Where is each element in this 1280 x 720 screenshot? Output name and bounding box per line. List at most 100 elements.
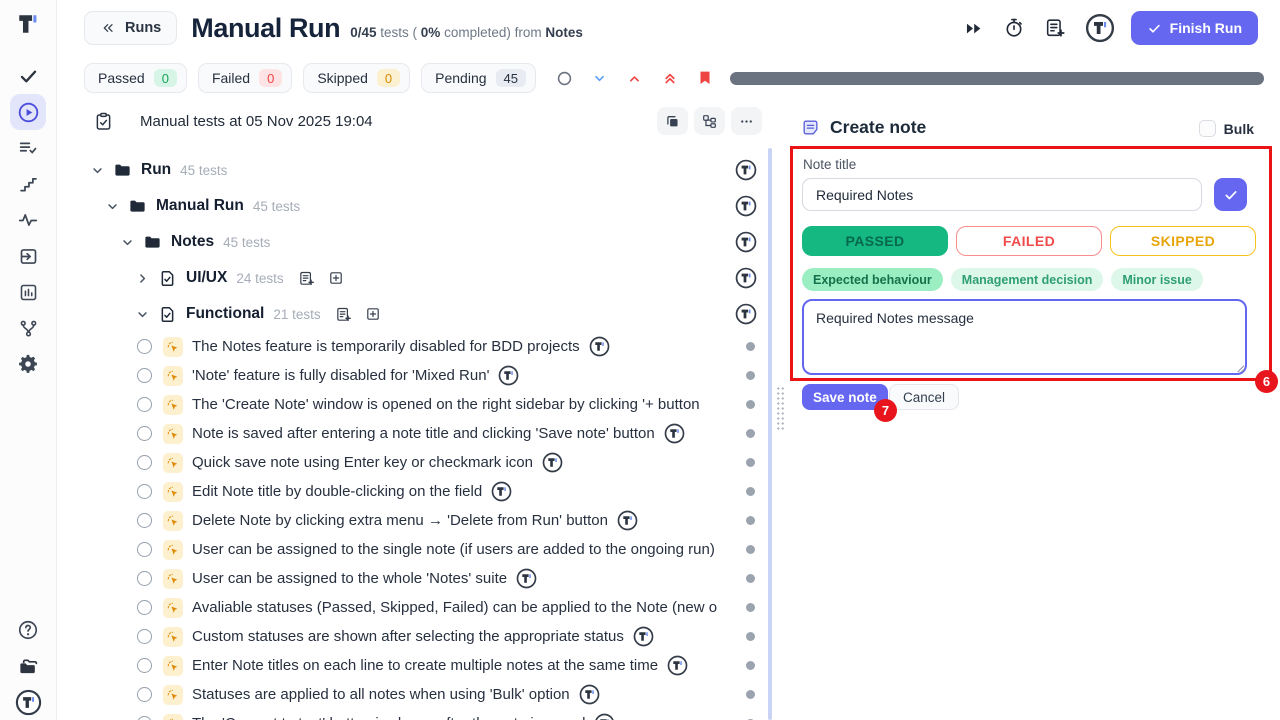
test-row[interactable]: Edit Note title by double-clicking on th… — [57, 477, 768, 506]
test-status-radio[interactable] — [137, 600, 152, 615]
note-message-textarea[interactable]: Required Notes message — [802, 299, 1247, 375]
filter-chip[interactable]: Failed 0 — [198, 63, 292, 93]
sidebar-item-import[interactable] — [10, 238, 46, 274]
add-note-icon[interactable] — [335, 306, 352, 323]
expander-icon[interactable] — [135, 307, 149, 322]
fast-forward-icon[interactable] — [963, 18, 984, 39]
testomat-badge-icon[interactable] — [498, 365, 519, 386]
tree-suite-row[interactable]: UI/UX 24 tests — [57, 260, 768, 296]
filter-chip[interactable]: Skipped 0 — [303, 63, 410, 93]
status-button-skipped[interactable]: SKIPPED — [1110, 226, 1256, 256]
test-row[interactable]: Enter Note titles on each line to create… — [57, 651, 768, 680]
expander-icon[interactable] — [120, 235, 134, 250]
testomat-badge-icon[interactable] — [516, 568, 537, 589]
testomat-badge-icon[interactable] — [735, 159, 757, 181]
testomat-logo-icon[interactable] — [1085, 13, 1115, 43]
panel-resize-handle[interactable] — [776, 386, 785, 430]
test-row[interactable]: 'Note' feature is fully disabled for 'Mi… — [57, 361, 768, 390]
test-row[interactable]: The 'Convert to test' button is shown af… — [57, 709, 768, 720]
tree-scrollbar[interactable] — [768, 148, 772, 720]
testomat-badge-icon[interactable] — [664, 423, 685, 444]
testomat-badge-icon[interactable] — [735, 231, 757, 253]
sidebar-item-tests[interactable] — [10, 58, 46, 94]
sidebar-item-analytics[interactable] — [10, 274, 46, 310]
testomat-badge-icon[interactable] — [667, 655, 688, 676]
finish-run-button[interactable]: Finish Run — [1131, 11, 1258, 45]
test-row[interactable]: The Notes feature is temporarily disable… — [57, 332, 768, 361]
add-test-icon[interactable] — [365, 306, 381, 322]
test-status-radio[interactable] — [137, 397, 152, 412]
test-row[interactable]: Custom statuses are shown after selectin… — [57, 622, 768, 651]
test-status-radio[interactable] — [137, 629, 152, 644]
testomat-badge-icon[interactable] — [735, 303, 757, 325]
test-status-radio[interactable] — [137, 542, 152, 557]
testomat-badge-icon[interactable] — [579, 684, 600, 705]
test-row[interactable]: The 'Create Note' window is opened on th… — [57, 390, 768, 419]
help-icon[interactable] — [10, 612, 46, 648]
expander-icon[interactable] — [105, 199, 119, 214]
test-row[interactable]: Avaliable statuses (Passed, Skipped, Fai… — [57, 593, 768, 622]
note-tag[interactable]: Management decision — [951, 268, 1104, 291]
testomat-badge-icon[interactable] — [735, 195, 757, 217]
test-status-radio[interactable] — [137, 716, 152, 720]
test-status-radio[interactable] — [137, 339, 152, 354]
caret-up-icon[interactable] — [617, 70, 652, 87]
test-status-radio[interactable] — [137, 658, 152, 673]
test-status-radio[interactable] — [137, 687, 152, 702]
note-tag[interactable]: Expected behaviour — [802, 268, 943, 291]
test-row[interactable]: Delete Note by clicking extra menu → 'De… — [57, 506, 768, 535]
double-caret-up-icon[interactable] — [652, 69, 687, 87]
tree-suite-row[interactable]: Run 45 tests — [57, 152, 768, 188]
testomat-badge-icon[interactable] — [735, 267, 757, 289]
bulk-checkbox-box[interactable] — [1199, 120, 1216, 137]
tree-suite-row[interactable]: Manual Run 45 tests — [57, 188, 768, 224]
status-button-passed[interactable]: PASSED — [802, 226, 948, 256]
testomat-badge-icon[interactable] — [542, 452, 563, 473]
test-row[interactable]: User can be assigned to the whole 'Notes… — [57, 564, 768, 593]
test-status-radio[interactable] — [137, 455, 152, 470]
sidebar-item-runs[interactable] — [10, 94, 46, 130]
sidebar-item-plans[interactable] — [10, 130, 46, 166]
quick-save-check-button[interactable] — [1214, 178, 1247, 211]
projects-icon[interactable] — [10, 648, 46, 684]
chevron-down-icon[interactable] — [582, 70, 617, 87]
test-status-radio[interactable] — [137, 571, 152, 586]
testomat-badge-icon[interactable] — [594, 713, 615, 720]
test-status-radio[interactable] — [137, 513, 152, 528]
sidebar-item-pulse[interactable] — [10, 202, 46, 238]
test-row[interactable]: User can be assigned to the single note … — [57, 535, 768, 564]
filter-chip[interactable]: Passed 0 — [84, 63, 187, 93]
add-test-icon[interactable] — [328, 270, 344, 286]
filter-chip[interactable]: Pending 45 — [421, 63, 536, 93]
test-status-radio[interactable] — [137, 368, 152, 383]
more-options-icon[interactable] — [731, 107, 762, 135]
testomat-badge-icon[interactable] — [633, 626, 654, 647]
tree-suite-row[interactable]: Notes 45 tests — [57, 224, 768, 260]
test-row[interactable]: Statuses are applied to all notes when u… — [57, 680, 768, 709]
note-tag[interactable]: Minor issue — [1111, 268, 1202, 291]
circle-status-icon[interactable] — [547, 69, 582, 88]
tree-suite-row[interactable]: Functional 21 tests — [57, 296, 768, 332]
test-row[interactable]: Quick save note using Enter key or check… — [57, 448, 768, 477]
testomat-badge-icon[interactable] — [491, 481, 512, 502]
resize-handle-icon[interactable] — [1234, 362, 1245, 373]
bulk-checkbox[interactable]: Bulk — [1199, 120, 1254, 137]
sidebar-item-settings[interactable] — [10, 346, 46, 382]
cancel-button[interactable]: Cancel — [889, 384, 959, 410]
add-note-icon[interactable] — [298, 270, 315, 287]
account-logo-icon[interactable] — [10, 684, 46, 720]
copy-icon[interactable] — [657, 107, 688, 135]
bookmark-icon[interactable] — [687, 69, 722, 87]
back-to-runs-button[interactable]: Runs — [84, 11, 177, 45]
note-add-icon[interactable] — [1044, 17, 1066, 39]
sidebar-item-branches[interactable] — [10, 310, 46, 346]
hierarchy-icon[interactable] — [694, 107, 725, 135]
test-status-radio[interactable] — [137, 426, 152, 441]
testomat-badge-icon[interactable] — [617, 510, 638, 531]
expander-icon[interactable] — [90, 163, 104, 178]
app-logo-icon[interactable] — [14, 10, 42, 38]
stopwatch-icon[interactable] — [1003, 17, 1025, 39]
sidebar-item-steps[interactable] — [10, 166, 46, 202]
expander-icon[interactable] — [135, 271, 149, 286]
test-row[interactable]: Note is saved after entering a note titl… — [57, 419, 768, 448]
